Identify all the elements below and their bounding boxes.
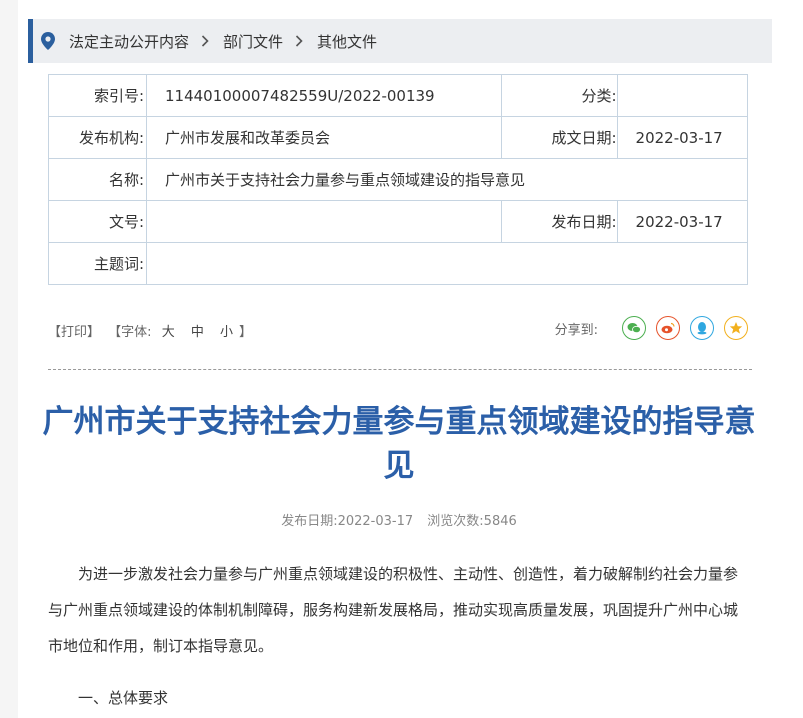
written-date-value: 2022-03-17 bbox=[616, 116, 749, 159]
publisher-value: 广州市发展和改革委员会 bbox=[146, 116, 502, 159]
page: 法定主动公开内容 部门文件 其他文件 索引号: 1144010000748255… bbox=[18, 0, 803, 718]
table-row: 索引号: 11440100007482559U/2022-00139 分类: bbox=[48, 74, 749, 117]
wechat-icon[interactable] bbox=[622, 316, 646, 340]
print-button[interactable]: 【打印】 bbox=[48, 325, 100, 340]
category-label: 分类: bbox=[500, 74, 618, 117]
doc-no-label: 文号: bbox=[48, 200, 147, 243]
chevron-right-icon bbox=[295, 35, 303, 47]
article-publish-date: 发布日期:2022-03-17 bbox=[281, 514, 414, 529]
publish-date-label: 发布日期: bbox=[500, 200, 618, 243]
name-value: 广州市关于支持社会力量参与重点领域建设的指导意见 bbox=[146, 158, 748, 201]
index-value: 11440100007482559U/2022-00139 bbox=[146, 74, 502, 117]
table-row: 主题词: bbox=[48, 242, 748, 285]
article-toolbar: 【打印】 【字体: 大 中 小】 分享到: bbox=[48, 316, 748, 342]
publisher-label: 发布机构: bbox=[48, 116, 147, 159]
table-row: 发布机构: 广州市发展和改革委员会 成文日期: 2022-03-17 bbox=[48, 116, 749, 159]
share-label: 分享到: bbox=[554, 322, 598, 338]
breadcrumb-item-public-content[interactable]: 法定主动公开内容 bbox=[69, 31, 189, 52]
font-small-button[interactable]: 小 bbox=[220, 325, 233, 340]
print-font-controls: 【打印】 【字体: 大 中 小】 bbox=[48, 321, 252, 340]
table-row: 名称: 广州市关于支持社会力量参与重点领域建设的指导意见 bbox=[48, 158, 748, 201]
font-size-label: 【字体: bbox=[108, 325, 152, 340]
subject-label: 主题词: bbox=[48, 242, 147, 285]
index-label: 索引号: bbox=[48, 74, 147, 117]
article-paragraph: 为进一步激发社会力量参与广州重点领域建设的积极性、主动性、创造性，着力破解制约社… bbox=[48, 565, 739, 655]
breadcrumb: 法定主动公开内容 部门文件 其他文件 bbox=[28, 19, 772, 63]
doc-no-value bbox=[146, 200, 502, 243]
breadcrumb-item-department-files[interactable]: 部门文件 bbox=[223, 31, 283, 52]
chevron-right-icon bbox=[201, 35, 209, 47]
table-row: 文号: 发布日期: 2022-03-17 bbox=[48, 200, 749, 243]
qq-icon[interactable] bbox=[690, 316, 714, 340]
font-medium-button[interactable]: 中 bbox=[191, 325, 204, 340]
dashed-divider bbox=[48, 369, 752, 370]
font-size-bracket: 】 bbox=[239, 325, 253, 340]
article-stats: 发布日期:2022-03-17 浏览次数:5846 bbox=[18, 510, 780, 529]
location-pin-icon bbox=[41, 32, 55, 50]
qzone-icon[interactable] bbox=[724, 316, 748, 340]
document-info-table: 索引号: 11440100007482559U/2022-00139 分类: 发… bbox=[48, 74, 749, 285]
article-title: 广州市关于支持社会力量参与重点领域建设的指导意见 bbox=[42, 404, 756, 484]
category-value bbox=[616, 74, 749, 117]
publish-date-value: 2022-03-17 bbox=[616, 200, 749, 243]
name-label: 名称: bbox=[48, 158, 147, 201]
article-body: 为进一步激发社会力量参与广州重点领域建设的积极性、主动性、创造性，着力破解制约社… bbox=[48, 556, 752, 716]
font-large-button[interactable]: 大 bbox=[162, 325, 175, 340]
weibo-icon[interactable] bbox=[656, 316, 680, 340]
breadcrumb-item-other-files[interactable]: 其他文件 bbox=[317, 31, 377, 52]
written-date-label: 成文日期: bbox=[500, 116, 618, 159]
subject-value bbox=[146, 242, 748, 285]
article-view-count: 浏览次数:5846 bbox=[427, 514, 517, 529]
section-heading: 一、总体要求 bbox=[78, 689, 169, 707]
share-bar: 分享到: bbox=[555, 316, 748, 340]
